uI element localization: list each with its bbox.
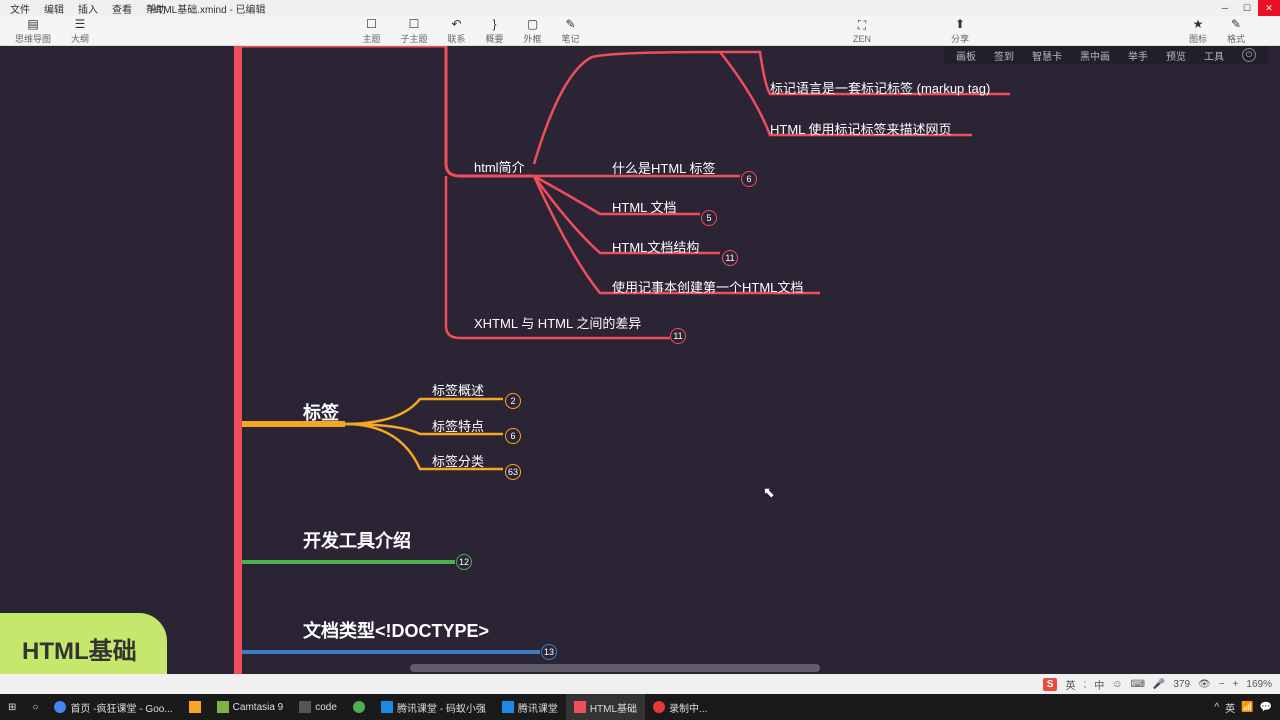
view-outline-button[interactable]: ☰大纲 <box>71 17 89 45</box>
badge-doctype[interactable]: 13 <box>541 644 557 660</box>
share-button[interactable]: ⬆分享 <box>951 17 969 45</box>
menu-view[interactable]: 查看 <box>112 1 132 16</box>
root-node[interactable]: HTML基础 <box>0 613 167 674</box>
task-camtasia[interactable]: Camtasia 9 <box>209 694 292 720</box>
task-chrome[interactable]: 首页 -疯狂课堂 - Goo... <box>46 694 180 720</box>
count: 379 <box>1173 679 1190 690</box>
minimize-button[interactable]: ─ <box>1214 0 1236 16</box>
zoom-out-button[interactable]: − <box>1219 679 1225 690</box>
search-button[interactable]: ○ <box>24 694 46 720</box>
maximize-button[interactable]: ☐ <box>1236 0 1258 16</box>
summary-button[interactable]: }概要 <box>486 17 504 45</box>
task-files[interactable] <box>181 694 209 720</box>
task-browser[interactable] <box>345 694 373 720</box>
node-html-describe[interactable]: HTML 使用标记标签来描述网页 <box>770 119 952 138</box>
badge-dev-tools[interactable]: 12 <box>456 554 472 570</box>
zen-button[interactable]: ⛶ZEN <box>853 18 871 44</box>
node-dev-tools[interactable]: 开发工具介绍 <box>303 527 411 553</box>
node-notepad-doc[interactable]: 使用记事本创建第一个HTML文档 <box>612 277 803 296</box>
statusbar: S 英 ; 中 ☺ ⌨ 🎤 379 👁 − + 169% <box>0 674 1280 694</box>
lang-indicator[interactable]: 英 <box>1065 677 1075 692</box>
sep1: ; <box>1083 679 1086 690</box>
badge-doc-structure[interactable]: 11 <box>722 250 738 266</box>
cursor-icon: ⬉ <box>763 484 775 501</box>
close-button[interactable]: ✕ <box>1258 0 1280 16</box>
tray-wifi-icon[interactable]: 📶 <box>1241 702 1253 713</box>
node-doc-structure[interactable]: HTML文档结构 <box>612 237 699 256</box>
tray-notif-icon[interactable]: 💬 <box>1260 702 1272 713</box>
node-xhtml-diff[interactable]: XHTML 与 HTML 之间的差异 <box>474 313 641 332</box>
node-tag-feature[interactable]: 标签特点 <box>432 416 484 435</box>
badge-tag-feature[interactable]: 6 <box>505 428 521 444</box>
node-tags[interactable]: 标签 <box>303 399 339 425</box>
badge-what-tag[interactable]: 6 <box>741 171 757 187</box>
toolbar: ▤思维导图 ☰大纲 ☐主题 ☐子主题 ↶联系 }概要 ▢外框 ✎笔记 ⛶ZEN … <box>0 16 1280 46</box>
node-html-doc[interactable]: HTML 文档 <box>612 197 677 216</box>
view-mindmap-button[interactable]: ▤思维导图 <box>15 17 51 45</box>
mindmap-connectors <box>0 46 1280 674</box>
window-title: HTML基础.xmind - 已编辑 <box>150 1 266 16</box>
tray-lang[interactable]: 英 <box>1225 700 1235 715</box>
badge-tag-category[interactable]: 63 <box>505 464 521 480</box>
horizontal-scrollbar[interactable] <box>410 664 820 672</box>
window-controls: ─ ☐ ✕ <box>1214 0 1280 16</box>
taskbar: ⊞ ○ 首页 -疯狂课堂 - Goo... Camtasia 9 code 腾讯… <box>0 694 1280 720</box>
titlebar: 文件 编辑 插入 查看 帮助 HTML基础.xmind - 已编辑 ─ ☐ ✕ <box>0 0 1280 16</box>
theme-button[interactable]: ☐主题 <box>362 17 380 45</box>
ime-indicator[interactable]: S <box>1043 678 1058 691</box>
badge-xhtml-diff[interactable]: 11 <box>670 328 686 344</box>
menu-edit[interactable]: 编辑 <box>44 1 64 16</box>
keyboard-icon[interactable]: ⌨ <box>1130 679 1144 690</box>
tray-up-icon[interactable]: ^ <box>1214 702 1219 713</box>
node-markup-tag[interactable]: 标记语言是一套标记标签 (markup tag) <box>770 78 990 97</box>
node-tag-category[interactable]: 标签分类 <box>432 451 484 470</box>
menu-insert[interactable]: 插入 <box>78 1 98 16</box>
node-what-tag[interactable]: 什么是HTML 标签 <box>612 158 716 177</box>
boundary-button[interactable]: ▢外框 <box>524 17 542 45</box>
emoji-indicator[interactable]: ☺ <box>1112 679 1122 690</box>
node-tag-overview[interactable]: 标签概述 <box>432 380 484 399</box>
punct-indicator[interactable]: 中 <box>1094 677 1104 692</box>
node-html-intro[interactable]: html简介 <box>474 157 525 176</box>
task-tencent1[interactable]: 腾讯课堂 - 码蚁小强 <box>373 694 494 720</box>
menu-file[interactable]: 文件 <box>10 1 30 16</box>
system-tray[interactable]: ^ 英 📶 💬 <box>1214 700 1280 715</box>
subtheme-button[interactable]: ☐子主题 <box>400 17 427 45</box>
start-button[interactable]: ⊞ <box>0 694 24 720</box>
mindmap-canvas[interactable]: 画板 签到 智慧卡 黑中画 举手 预览 工具 ⏻ html简介 标记语言是 <box>0 46 1280 674</box>
zoom-in-button[interactable]: + <box>1233 679 1239 690</box>
task-recording[interactable]: 录制中... <box>645 694 715 720</box>
task-xmind[interactable]: HTML基础 <box>566 694 645 720</box>
notes-button[interactable]: ✎笔记 <box>562 17 580 45</box>
eye-icon[interactable]: 👁 <box>1198 679 1211 690</box>
format-button[interactable]: ✎格式 <box>1227 17 1245 45</box>
task-tencent2[interactable]: 腾讯课堂 <box>494 694 566 720</box>
zoom-level: 169% <box>1246 679 1272 690</box>
node-doctype[interactable]: 文档类型<!DOCTYPE> <box>303 617 489 643</box>
badge-tag-overview[interactable]: 2 <box>505 393 521 409</box>
task-code[interactable]: code <box>291 694 345 720</box>
mic-icon[interactable]: 🎤 <box>1153 679 1165 690</box>
badge-html-doc[interactable]: 5 <box>701 210 717 226</box>
iconlib-button[interactable]: ★图标 <box>1189 17 1207 45</box>
relation-button[interactable]: ↶联系 <box>447 17 465 45</box>
